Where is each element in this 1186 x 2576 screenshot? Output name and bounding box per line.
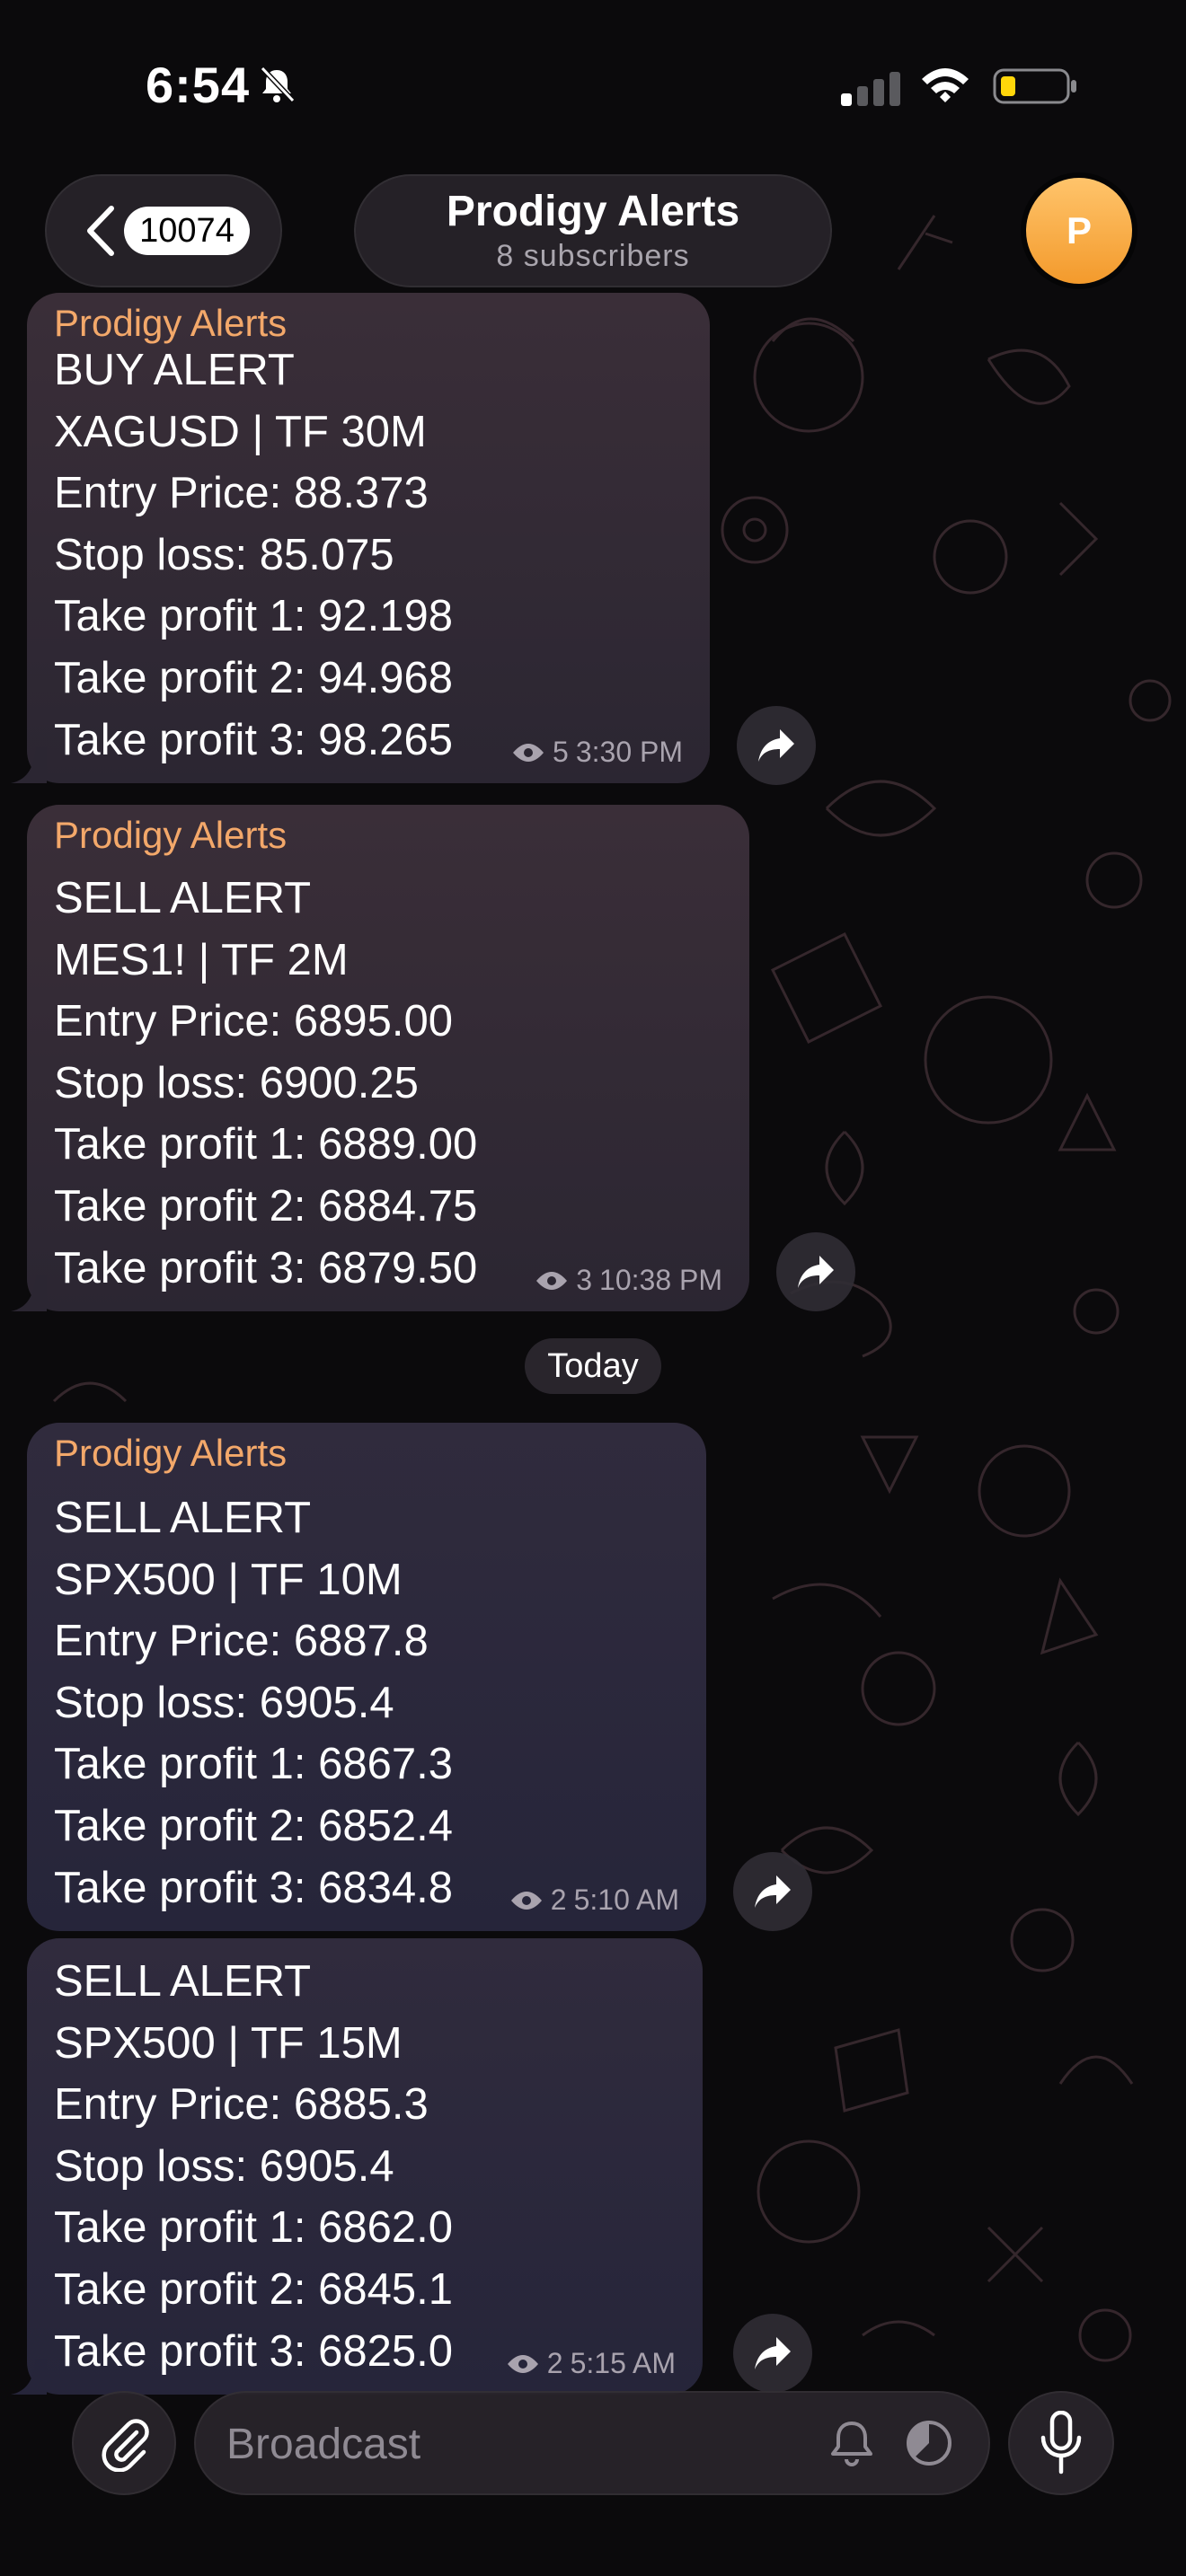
share-arrow-icon — [758, 729, 794, 762]
view-count: 2 — [546, 2347, 563, 2379]
wifi-icon — [922, 68, 969, 102]
share-arrow-icon — [798, 1256, 834, 1288]
message-time: 5:15 AM — [570, 2347, 676, 2379]
message-text: BUY ALERT XAGUSD | TF 30M Entry Price: 8… — [54, 340, 453, 771]
message-line: SELL ALERT — [54, 1957, 312, 2006]
views-eye-icon — [507, 2354, 538, 2373]
unread-count-badge: 10074 — [124, 207, 250, 255]
message-line: XAGUSD | TF 30M — [54, 407, 427, 456]
back-button[interactable]: 10074 — [45, 174, 282, 287]
paperclip-icon — [102, 2419, 149, 2472]
message-time: 10:38 PM — [599, 1264, 722, 1296]
message-line: Take profit 3: 98.265 — [54, 715, 454, 764]
message-line: Entry Price: 88.373 — [54, 469, 429, 518]
message-line: Take profit 2: 6884.75 — [54, 1181, 478, 1231]
message-line: Stop loss: 6905.4 — [54, 1678, 394, 1727]
status-bar: 6:54 — [0, 0, 1186, 171]
message-text: SELL ALERT SPX500 | TF 15M Entry Price: … — [54, 1951, 453, 2382]
microphone-icon — [1040, 2411, 1082, 2475]
message-line: SPX500 | TF 15M — [54, 2018, 403, 2068]
views-eye-icon — [536, 1271, 568, 1290]
message-line: Take profit 1: 6889.00 — [54, 1120, 478, 1169]
message-line: Entry Price: 6885.3 — [54, 2080, 429, 2130]
message-line: Take profit 1: 6862.0 — [54, 2203, 454, 2253]
message-line: SELL ALERT — [54, 874, 312, 922]
share-arrow-icon — [755, 1875, 791, 1908]
message-sender: Prodigy Alerts — [54, 1432, 288, 1474]
message-line: SPX500 | TF 10M — [54, 1555, 403, 1604]
message-line: Take profit 3: 6879.50 — [54, 1243, 478, 1292]
message-line: Take profit 1: 92.198 — [54, 592, 454, 641]
message-meta: 5 3:30 PM — [511, 736, 683, 769]
view-count: 3 — [576, 1264, 593, 1296]
message-line: Take profit 3: 6834.8 — [54, 1863, 454, 1912]
message-line: Take profit 2: 6845.1 — [54, 2264, 454, 2314]
bubble-tail — [11, 747, 47, 783]
attach-button[interactable] — [72, 2391, 176, 2495]
battery-low-icon — [993, 68, 1076, 104]
broadcast-input[interactable] — [225, 2411, 713, 2477]
bell-icon[interactable] — [825, 2416, 879, 2470]
message-line: MES1! | TF 2M — [54, 935, 349, 984]
message-line: Entry Price: 6895.00 — [54, 997, 453, 1046]
timer-icon[interactable] — [902, 2416, 956, 2470]
message-bubble[interactable]: Prodigy Alerts SELL ALERT MES1! | TF 2M … — [27, 805, 749, 1311]
message-sender: Prodigy Alerts — [54, 302, 288, 344]
message-bubble[interactable]: Prodigy Alerts BUY ALERT XAGUSD | TF 30M… — [27, 293, 710, 783]
message-line: Stop loss: 6905.4 — [54, 2141, 394, 2191]
message-bubble[interactable]: Prodigy Alerts SELL ALERT SPX500 | TF 10… — [27, 1423, 706, 1931]
share-arrow-icon — [755, 2337, 791, 2369]
message-line: Take profit 2: 94.968 — [54, 653, 454, 702]
message-line: Take profit 1: 6867.3 — [54, 1740, 454, 1789]
message-sender: Prodigy Alerts — [54, 814, 288, 856]
message-line: Stop loss: 85.075 — [54, 530, 394, 579]
forward-button[interactable] — [776, 1232, 855, 1311]
bell-off-icon — [260, 66, 296, 103]
message-meta: 2 5:10 AM — [509, 1883, 679, 1917]
message-bubble[interactable]: SELL ALERT SPX500 | TF 15M Entry Price: … — [27, 1938, 703, 2395]
message-text: SELL ALERT SPX500 | TF 10M Entry Price: … — [54, 1487, 453, 1919]
message-line: Stop loss: 6900.25 — [54, 1058, 419, 1107]
message-line: SELL ALERT — [54, 1494, 312, 1542]
view-count: 2 — [550, 1883, 567, 1916]
message-line: Take profit 3: 6825.0 — [54, 2326, 454, 2376]
message-meta: 2 5:15 AM — [506, 2347, 676, 2380]
composer-bar — [0, 2380, 1186, 2576]
view-count: 5 — [553, 736, 569, 768]
microphone-button[interactable] — [1008, 2391, 1114, 2495]
bubble-tail — [11, 1275, 47, 1311]
chat-title: Prodigy Alerts — [446, 188, 740, 235]
status-time: 6:54 — [146, 57, 251, 113]
message-line: Take profit 2: 6852.4 — [54, 1801, 454, 1850]
message-time: 5:10 AM — [573, 1883, 679, 1916]
chevron-left-icon — [87, 206, 114, 256]
forward-button[interactable] — [733, 1852, 812, 1931]
message-input-container — [194, 2391, 990, 2495]
message-line: BUY ALERT — [54, 346, 295, 394]
channel-avatar[interactable]: P — [1026, 178, 1132, 284]
date-separator: Today — [525, 1338, 661, 1394]
forward-button[interactable] — [737, 706, 816, 785]
subscriber-count: 8 subscribers — [496, 239, 690, 273]
message-line: Entry Price: 6887.8 — [54, 1617, 429, 1666]
views-eye-icon — [513, 743, 544, 762]
views-eye-icon — [510, 1891, 542, 1910]
message-meta: 3 10:38 PM — [535, 1264, 722, 1297]
cellular-signal-icon — [841, 72, 900, 106]
message-time: 3:30 PM — [575, 736, 683, 768]
chat-header[interactable]: Prodigy Alerts 8 subscribers — [354, 174, 832, 287]
message-text: SELL ALERT MES1! | TF 2M Entry Price: 68… — [54, 868, 477, 1299]
